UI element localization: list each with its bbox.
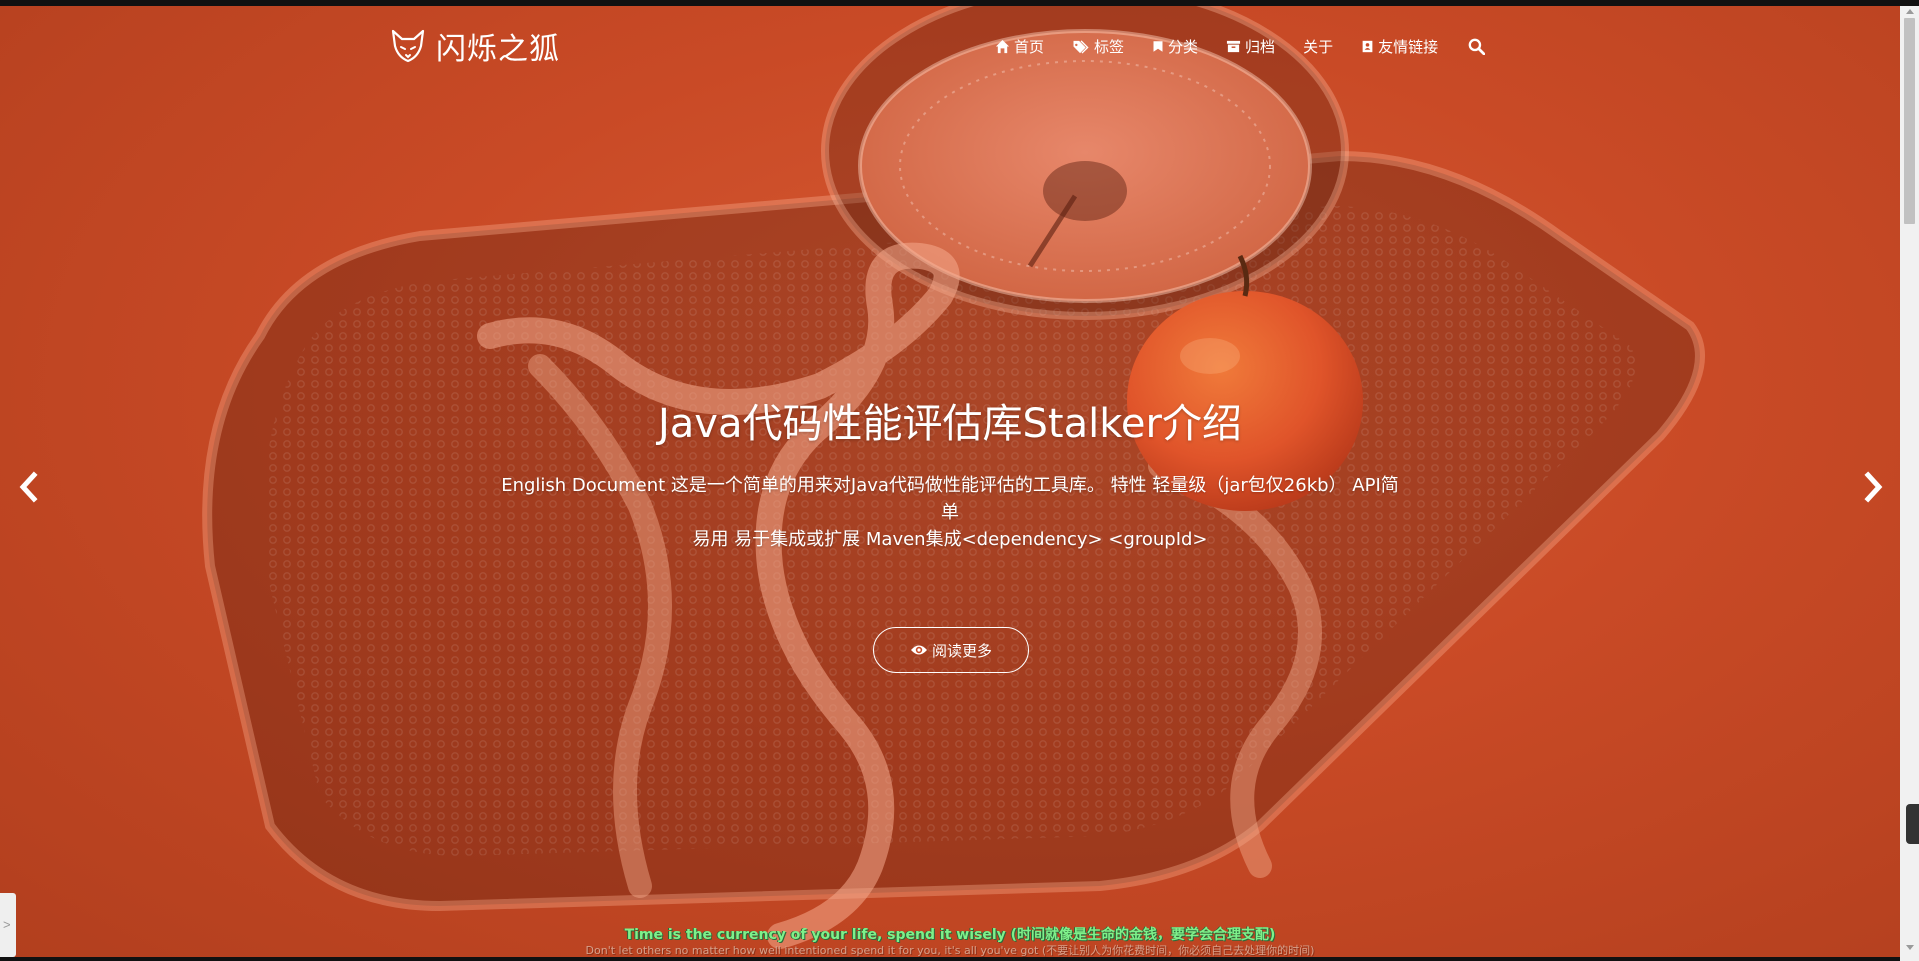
nav-item-friend-links[interactable]: 友情链接 — [1361, 36, 1438, 57]
scroll-down-arrow-icon[interactable] — [1906, 945, 1914, 950]
fox-logo-icon — [391, 29, 425, 63]
chevron-left-icon — [19, 471, 38, 503]
navbar: 闪烁之狐 首页 标签 分类 归档 关于 友情链接 — [0, 6, 1900, 76]
footer-quote-primary: Time is the currency of your life, spend… — [624, 927, 1276, 943]
floating-widget-handle[interactable] — [1906, 804, 1919, 844]
hero-carousel: 闪烁之狐 首页 标签 分类 归档 关于 友情链接 Java代码性能评估库Stal… — [0, 6, 1900, 957]
nav-label: 标签 — [1094, 38, 1125, 56]
nav-item-about[interactable]: 关于 — [1303, 36, 1333, 57]
nav-item-categories[interactable]: 分类 — [1152, 36, 1198, 57]
nav-label: 归档 — [1245, 38, 1276, 56]
home-icon — [995, 39, 1010, 54]
window-bottom-border — [0, 957, 1900, 961]
scroll-up-arrow-icon[interactable] — [1906, 9, 1914, 14]
read-more-button[interactable]: 阅读更多 — [873, 627, 1029, 673]
slide-title[interactable]: Java代码性能评估库Stalker介绍 — [0, 391, 1900, 449]
slide-excerpt: English Document 这是一个简单的用来对Java代码做性能评估的工… — [500, 472, 1400, 553]
nav-label: 首页 — [1014, 38, 1045, 56]
tags-icon — [1073, 40, 1089, 54]
nav-label: 友情链接 — [1378, 38, 1439, 56]
side-drawer-toggle[interactable]: > — [0, 893, 16, 957]
chevron-right-icon — [1864, 471, 1883, 503]
address-book-icon — [1362, 40, 1373, 53]
nav-item-home[interactable]: 首页 — [995, 36, 1044, 57]
excerpt-line: English Document 这是一个简单的用来对Java代码做性能评估的工… — [501, 475, 1399, 523]
carousel-prev-button[interactable] — [14, 469, 44, 505]
search-icon[interactable] — [1468, 38, 1486, 55]
bookmark-icon — [1153, 41, 1163, 52]
footer-quote-secondary: Don't let others no matter how well inte… — [585, 944, 1315, 957]
nav-item-tags[interactable]: 标签 — [1072, 36, 1124, 57]
read-more-label: 阅读更多 — [931, 641, 992, 660]
nav-label: 关于 — [1303, 38, 1334, 56]
nav-menu: 首页 标签 分类 归档 关于 友情链接 — [995, 36, 1486, 57]
eye-icon — [910, 645, 927, 655]
nav-label: 分类 — [1168, 38, 1199, 56]
carousel-next-button[interactable] — [1858, 469, 1888, 505]
archive-icon — [1226, 40, 1241, 53]
excerpt-line: 易用 易于集成或扩展 Maven集成<dependency> <groupId> — [692, 529, 1208, 550]
brand-name: 闪烁之狐 — [436, 32, 560, 67]
brand-link[interactable]: 闪烁之狐 — [390, 24, 560, 68]
side-drawer-label: > — [3, 917, 11, 932]
scrollbar-thumb[interactable] — [1904, 18, 1915, 224]
nav-item-archive[interactable]: 归档 — [1226, 36, 1275, 57]
